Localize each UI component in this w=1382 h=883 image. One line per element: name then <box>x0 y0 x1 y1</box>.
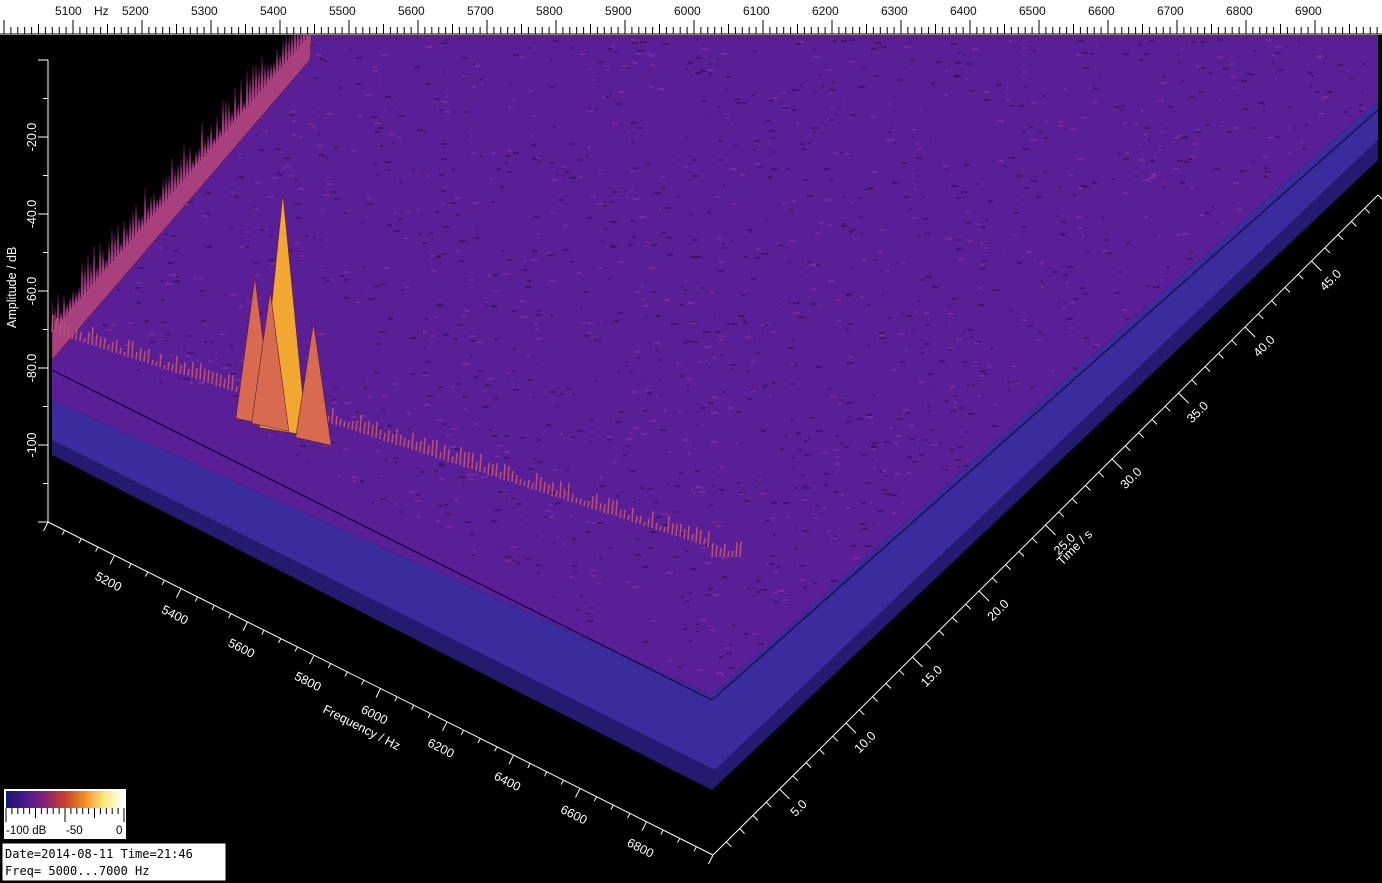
ruler-label: 6500 <box>1019 4 1046 18</box>
ruler-label: 6400 <box>950 4 977 18</box>
color-legend: -100 dB -50 0 <box>4 789 126 839</box>
legend-label-min: -100 dB <box>6 825 47 837</box>
amplitude-tick-label: -60.0 <box>25 277 39 306</box>
ruler-label: 5200 <box>122 4 149 18</box>
amplitude-axis-label: Amplitude / dB <box>5 247 19 328</box>
amplitude-tick-label: -40.0 <box>25 200 39 229</box>
ruler-label: 5500 <box>329 4 356 18</box>
ruler-label: 5300 <box>191 4 218 18</box>
ruler-label: 5100 <box>55 4 82 18</box>
legend-color-bar <box>6 791 124 808</box>
ruler-label: 6000 <box>674 4 701 18</box>
ruler-label: 6300 <box>881 4 908 18</box>
legend-label-max: 0 <box>116 825 122 837</box>
info-date-time: Date=2014-08-11 Time=21:46 <box>5 847 193 861</box>
amplitude-tick-label: -20.0 <box>25 123 39 152</box>
ruler-label: 6100 <box>743 4 770 18</box>
info-frequency-range: Freq= 5000...7000 Hz <box>5 864 150 878</box>
amplitude-tick-label: -100 <box>25 432 39 457</box>
amplitude-tick-label: -80.0 <box>25 354 39 383</box>
ruler-label: 5800 <box>536 4 563 18</box>
ruler-label: 6900 <box>1295 4 1322 18</box>
ruler-label: 6600 <box>1088 4 1115 18</box>
ruler-label: 5600 <box>398 4 425 18</box>
ruler-label: 5700 <box>467 4 494 18</box>
ruler-label: Hz <box>94 4 109 18</box>
spectrum-3d-chart: 5100 Hz 5200 5300 5400 5500 5600 5700 5800 5900 60… <box>0 0 1382 883</box>
ruler-label: 5400 <box>260 4 287 18</box>
ruler-label: 6800 <box>1226 4 1253 18</box>
ruler-label: 6700 <box>1157 4 1184 18</box>
top-frequency-ruler: 5100 Hz 5200 5300 5400 5500 5600 5700 5800 5900 60… <box>0 0 1382 35</box>
legend-label-mid: -50 <box>66 825 83 837</box>
ruler-label: 6200 <box>812 4 839 18</box>
info-box: Date=2014-08-11 Time=21:46 Freq= 5000...… <box>1 842 227 882</box>
ruler-label: 5900 <box>605 4 632 18</box>
